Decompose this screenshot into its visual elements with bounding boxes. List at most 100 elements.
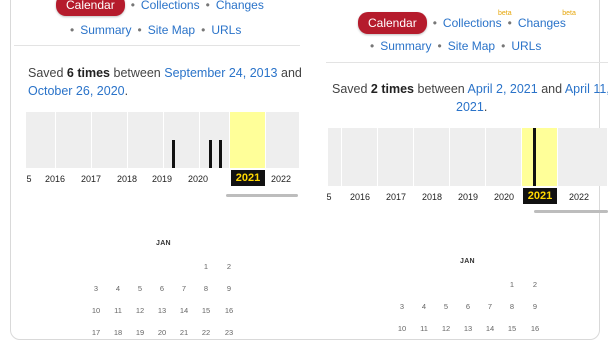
year-label[interactable]: 2022: [266, 174, 296, 184]
calendar-day[interactable]: 23: [221, 328, 237, 337]
calendar-day[interactable]: 7: [176, 284, 192, 293]
beta-badge: beta: [497, 10, 512, 17]
capture-bar[interactable]: [533, 128, 536, 186]
calendar-day[interactable]: 6: [460, 302, 476, 311]
capture-bar[interactable]: [219, 140, 222, 168]
year-label[interactable]: 2018: [112, 174, 142, 184]
urls-link[interactable]: URLs: [511, 39, 541, 53]
calendar-day[interactable]: 10: [88, 306, 104, 315]
calendar-day[interactable]: 21: [176, 328, 192, 337]
calendar-day[interactable]: 9: [527, 302, 543, 311]
calendar-day[interactable]: 5: [438, 302, 454, 311]
year-histogram[interactable]: [328, 128, 608, 186]
calendar-day[interactable]: 17: [88, 328, 104, 337]
current-year-label[interactable]: 2021: [231, 170, 265, 186]
calendar-day[interactable]: 14: [482, 324, 498, 333]
calendar-day[interactable]: 1: [504, 280, 520, 289]
calendar-day[interactable]: 10: [394, 324, 410, 333]
last-capture-year-link[interactable]: 2021: [456, 100, 484, 114]
calendar-day[interactable]: 2: [527, 280, 543, 289]
year-column[interactable]: [486, 128, 522, 186]
year-column[interactable]: [378, 128, 414, 186]
calendar-day[interactable]: 20: [154, 328, 170, 337]
year-label[interactable]: 2019: [147, 174, 177, 184]
calendar-day[interactable]: 3: [88, 284, 104, 293]
year-labels: 5 2016 2017 2018 2019 2020 2021 2022: [26, 170, 300, 190]
year-column[interactable]: [56, 112, 92, 168]
year-column[interactable]: [450, 128, 486, 186]
first-capture-link[interactable]: September 24, 2013: [164, 66, 277, 80]
changes-link[interactable]: Changes: [216, 0, 264, 12]
last-capture-link[interactable]: October 26, 2020: [28, 84, 125, 98]
current-year-label[interactable]: 2021: [523, 188, 557, 204]
calendar-day[interactable]: 16: [221, 306, 237, 315]
year-column[interactable]: [26, 112, 56, 168]
calendar-day[interactable]: 6: [154, 284, 170, 293]
calendar-day[interactable]: 13: [460, 324, 476, 333]
sitemap-link[interactable]: Site Map: [448, 39, 495, 53]
year-column-current[interactable]: [230, 112, 266, 168]
timeline-scrollbar[interactable]: [226, 194, 298, 197]
calendar-day[interactable]: 3: [394, 302, 410, 311]
calendar-day[interactable]: 11: [416, 324, 432, 333]
calendar-day[interactable]: 14: [176, 306, 192, 315]
first-capture-link[interactable]: April 2, 2021: [468, 82, 538, 96]
year-column[interactable]: [558, 128, 608, 186]
capture-bar[interactable]: [209, 140, 212, 168]
calendar-day[interactable]: 15: [198, 306, 214, 315]
year-label[interactable]: 2022: [564, 192, 594, 202]
calendar-day[interactable]: 22: [198, 328, 214, 337]
year-column[interactable]: [164, 112, 200, 168]
summary-link[interactable]: Summary: [80, 23, 131, 37]
year-label[interactable]: 2018: [417, 192, 447, 202]
nav-separator: •: [507, 16, 512, 30]
calendar-day[interactable]: 7: [482, 302, 498, 311]
summary-link[interactable]: Summary: [380, 39, 431, 53]
changes-link[interactable]: Changes beta: [518, 10, 576, 30]
year-column-current[interactable]: [522, 128, 558, 186]
year-column[interactable]: [92, 112, 128, 168]
calendar-day[interactable]: 2: [221, 262, 237, 271]
sitemap-link[interactable]: Site Map: [148, 23, 195, 37]
year-label[interactable]: 2020: [489, 192, 519, 202]
nav-divider: [326, 62, 608, 63]
collections-link[interactable]: Collections beta: [443, 10, 512, 30]
last-capture-link[interactable]: April 11,: [565, 82, 608, 96]
collections-link[interactable]: Collections: [141, 0, 200, 12]
year-label[interactable]: 2017: [76, 174, 106, 184]
calendar-day[interactable]: 12: [438, 324, 454, 333]
year-label[interactable]: 5: [322, 192, 344, 202]
year-label[interactable]: 2020: [183, 174, 213, 184]
calendar-day[interactable]: 15: [504, 324, 520, 333]
saved-between: between: [414, 82, 468, 96]
year-column[interactable]: [266, 112, 300, 168]
year-column[interactable]: [414, 128, 450, 186]
calendar-day[interactable]: 13: [154, 306, 170, 315]
year-label[interactable]: 2017: [381, 192, 411, 202]
calendar-day[interactable]: 12: [132, 306, 148, 315]
year-column[interactable]: [128, 112, 164, 168]
calendar-tab[interactable]: Calendar: [56, 0, 125, 16]
timeline-scrollbar[interactable]: [534, 210, 608, 213]
year-column[interactable]: [328, 128, 342, 186]
year-label[interactable]: 2016: [40, 174, 70, 184]
year-column[interactable]: [200, 112, 230, 168]
year-label[interactable]: 2016: [345, 192, 375, 202]
urls-link[interactable]: URLs: [211, 23, 241, 37]
calendar-day[interactable]: 4: [110, 284, 126, 293]
calendar-day[interactable]: 19: [132, 328, 148, 337]
calendar-day[interactable]: 8: [504, 302, 520, 311]
capture-bar[interactable]: [172, 140, 175, 168]
calendar-tab[interactable]: Calendar: [358, 12, 427, 34]
calendar-day[interactable]: 5: [132, 284, 148, 293]
calendar-day[interactable]: 11: [110, 306, 126, 315]
calendar-day[interactable]: 4: [416, 302, 432, 311]
year-histogram[interactable]: [26, 112, 300, 168]
year-column[interactable]: [342, 128, 378, 186]
calendar-day[interactable]: 18: [110, 328, 126, 337]
calendar-day[interactable]: 1: [198, 262, 214, 271]
calendar-day[interactable]: 16: [527, 324, 543, 333]
year-label[interactable]: 2019: [453, 192, 483, 202]
calendar-day[interactable]: 9: [221, 284, 237, 293]
calendar-day[interactable]: 8: [198, 284, 214, 293]
